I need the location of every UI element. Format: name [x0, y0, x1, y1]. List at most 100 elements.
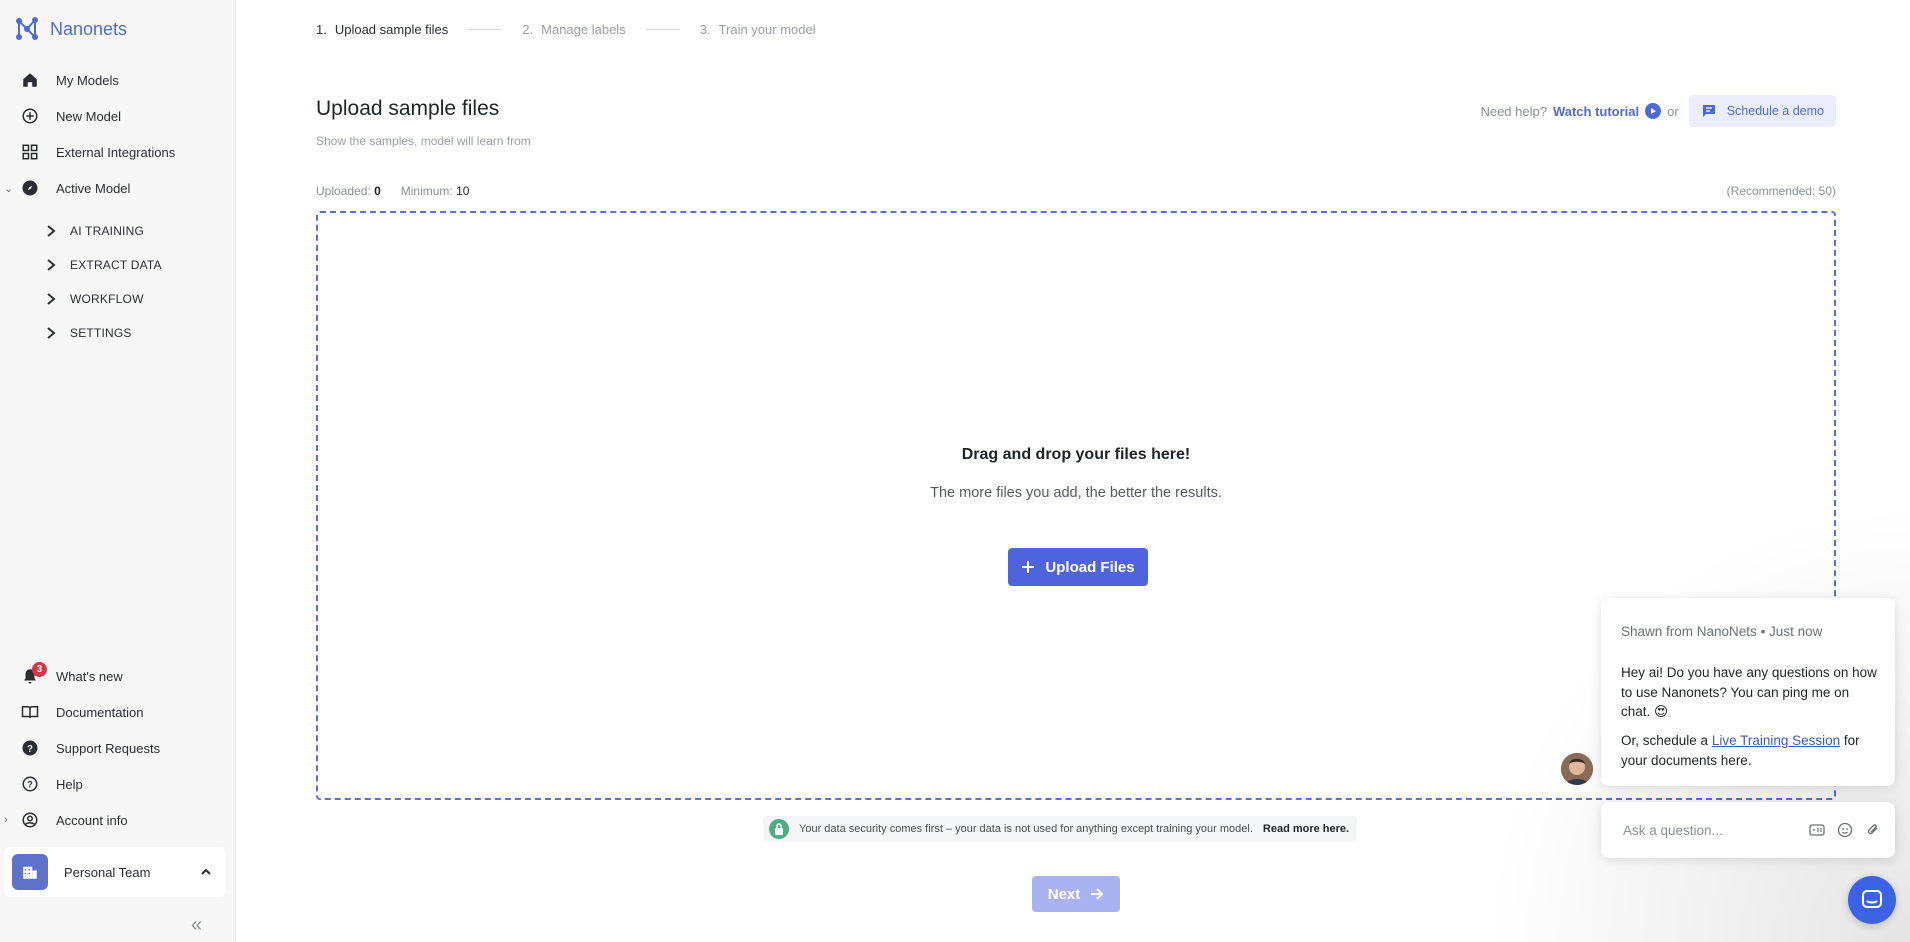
- step-number: 1.: [316, 22, 327, 37]
- sidebar-item-my-models[interactable]: My Models: [0, 63, 236, 97]
- chat-message-prefix: Or, schedule a: [1621, 733, 1712, 748]
- upload-counts: Uploaded: 0 Minimum: 10: [316, 184, 469, 198]
- sidebar-item-label: Active Model: [56, 180, 131, 196]
- team-switcher[interactable]: Personal Team: [4, 847, 226, 897]
- sidebar-item-label: Help: [56, 776, 83, 792]
- step-number: 3.: [699, 22, 711, 37]
- step-label: Upload sample files: [334, 22, 449, 37]
- page-subtitle: Show the samples, model will learn from: [316, 134, 531, 148]
- chevron-down-icon: ⌄: [4, 182, 14, 195]
- recommended-count: (Recommended: 50): [1726, 184, 1836, 198]
- dropzone-subtitle: The more files you add, the better the r…: [930, 485, 1222, 501]
- sidebar: Nanonets My Models New Model External In…: [0, 0, 236, 942]
- chevron-right-icon: [47, 293, 56, 305]
- step-manage-labels[interactable]: 2. Manage labels: [522, 22, 625, 37]
- chat-input-box[interactable]: Ask a question...: [1601, 802, 1895, 858]
- building-icon: [12, 854, 48, 890]
- sidebar-item-label: External Integrations: [56, 144, 176, 160]
- sidebar-subitem-label: WORKFLOW: [70, 292, 144, 306]
- sidebar-item-external-integrations[interactable]: External Integrations: [0, 135, 236, 169]
- sidebar-item-support-requests[interactable]: ? Support Requests: [0, 731, 236, 765]
- sidebar-item-documentation[interactable]: Documentation: [0, 695, 236, 729]
- chat-sender-name: Shawn from NanoNets: [1621, 624, 1757, 639]
- sidebar-subitem-label: AI TRAINING: [70, 224, 144, 238]
- sidebar-item-account-info[interactable]: › Account info: [0, 803, 236, 837]
- step-train[interactable]: 3. Train your model: [700, 22, 816, 37]
- security-notice: Your data security comes first – your da…: [763, 816, 1358, 842]
- svg-text:?: ?: [27, 779, 33, 789]
- sidebar-item-label: What's new: [56, 668, 123, 684]
- sidebar-item-label: New Model: [56, 108, 122, 124]
- chat-launcher-button[interactable]: [1848, 876, 1896, 924]
- minimum-label: Minimum:: [400, 184, 453, 198]
- security-text: Your data security comes first – your da…: [799, 823, 1253, 835]
- app-name: Nanonets: [50, 18, 128, 39]
- live-training-link[interactable]: Live Training Session: [1712, 733, 1840, 748]
- step-divider: [645, 29, 680, 30]
- sidebar-item-new-model[interactable]: New Model: [0, 99, 236, 133]
- collapse-sidebar-icon[interactable]: «: [191, 914, 202, 937]
- read-more-link[interactable]: Read more here.: [1263, 823, 1349, 835]
- uploaded-label: Uploaded:: [316, 184, 371, 198]
- chat-message-bubble[interactable]: Shawn from NanoNets • Just now Hey ai! D…: [1601, 598, 1895, 786]
- sidebar-subitem-label: SETTINGS: [70, 326, 132, 340]
- play-icon: [1645, 103, 1662, 119]
- home-icon: [20, 70, 40, 90]
- notification-badge: 3: [32, 662, 47, 677]
- watch-tutorial-link[interactable]: Watch tutorial: [1553, 103, 1662, 119]
- grid-icon: [20, 142, 40, 162]
- sidebar-subitem-ai-training[interactable]: AI TRAINING: [0, 216, 236, 246]
- sidebar-item-label: Documentation: [56, 704, 144, 720]
- or-label: or: [1667, 103, 1679, 119]
- minimum-value: 10: [456, 184, 470, 198]
- sidebar-subitem-label: EXTRACT DATA: [70, 258, 162, 272]
- next-button[interactable]: Next: [1032, 876, 1120, 912]
- arrow-right-icon: [1091, 888, 1104, 900]
- chat-message-text-2: Or, schedule a Live Training Session for…: [1621, 731, 1877, 770]
- chat-icon: [1862, 890, 1882, 908]
- emoji-icon[interactable]: [1837, 822, 1853, 838]
- step-upload[interactable]: 1. Upload sample files: [316, 22, 448, 37]
- chat-sender: Shawn from NanoNets • Just now: [1621, 624, 1822, 639]
- minimum-count: Minimum: 10: [401, 184, 470, 198]
- sidebar-item-label: Account info: [56, 812, 128, 828]
- sidebar-item-whats-new[interactable]: 3 What's new: [0, 659, 236, 693]
- user-circle-icon: [20, 810, 40, 830]
- chat-message-text: Hey ai! Do you have any questions on how…: [1621, 665, 1877, 719]
- nanonets-logo-icon: [16, 17, 38, 40]
- step-label: Train your model: [718, 22, 816, 37]
- chevron-up-icon: [201, 868, 211, 875]
- book-icon: [20, 702, 40, 722]
- sidebar-subitem-extract-data[interactable]: EXTRACT DATA: [0, 250, 236, 280]
- agent-avatar: [1561, 753, 1593, 785]
- upload-files-button[interactable]: Upload Files: [1008, 548, 1148, 586]
- upload-files-label: Upload Files: [1045, 558, 1135, 576]
- app-logo[interactable]: Nanonets: [14, 16, 127, 42]
- chevron-right-icon: [47, 327, 56, 339]
- question-shield-icon: ?: [20, 738, 40, 758]
- chat-flag-icon: [1702, 105, 1715, 117]
- sidebar-item-help[interactable]: ? Help: [0, 767, 236, 801]
- sidebar-item-active-model[interactable]: ⌄ Active Model: [0, 171, 236, 205]
- team-name: Personal Team: [64, 864, 151, 880]
- dropzone-title: Drag and drop your files here!: [961, 446, 1191, 463]
- chat-input-placeholder: Ask a question...: [1623, 822, 1723, 838]
- sidebar-item-label: My Models: [56, 72, 119, 88]
- need-help-label: Need help?: [1480, 103, 1547, 119]
- gif-icon[interactable]: [1809, 822, 1825, 838]
- help-bar: Need help? Watch tutorial or Schedule a …: [1480, 95, 1836, 127]
- stepper: 1. Upload sample files 2. Manage labels …: [316, 22, 816, 37]
- svg-text:?: ?: [27, 744, 33, 755]
- bell-icon: 3: [20, 662, 47, 686]
- sidebar-subitem-settings[interactable]: SETTINGS: [0, 318, 236, 348]
- schedule-demo-button[interactable]: Schedule a demo: [1688, 95, 1836, 127]
- help-circle-icon: ?: [20, 774, 40, 794]
- chevron-right-small-icon: ›: [4, 814, 8, 826]
- next-label: Next: [1047, 885, 1081, 903]
- attachment-icon[interactable]: [1865, 822, 1881, 838]
- plus-icon: [1022, 561, 1035, 573]
- chat-tools: [1809, 822, 1881, 838]
- schedule-demo-label: Schedule a demo: [1726, 104, 1824, 118]
- plus-circle-icon: [20, 106, 40, 126]
- sidebar-subitem-workflow[interactable]: WORKFLOW: [0, 284, 236, 314]
